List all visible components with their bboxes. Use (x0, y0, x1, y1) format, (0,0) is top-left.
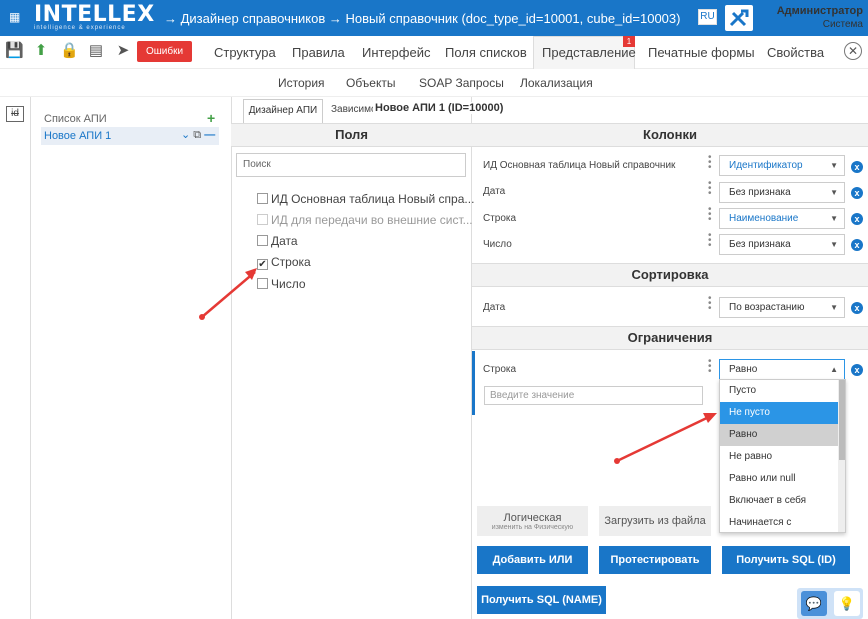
annotation-arrow-right (614, 413, 717, 464)
annotation-arrows (199, 268, 717, 464)
annotation-arrow-left (199, 268, 257, 320)
